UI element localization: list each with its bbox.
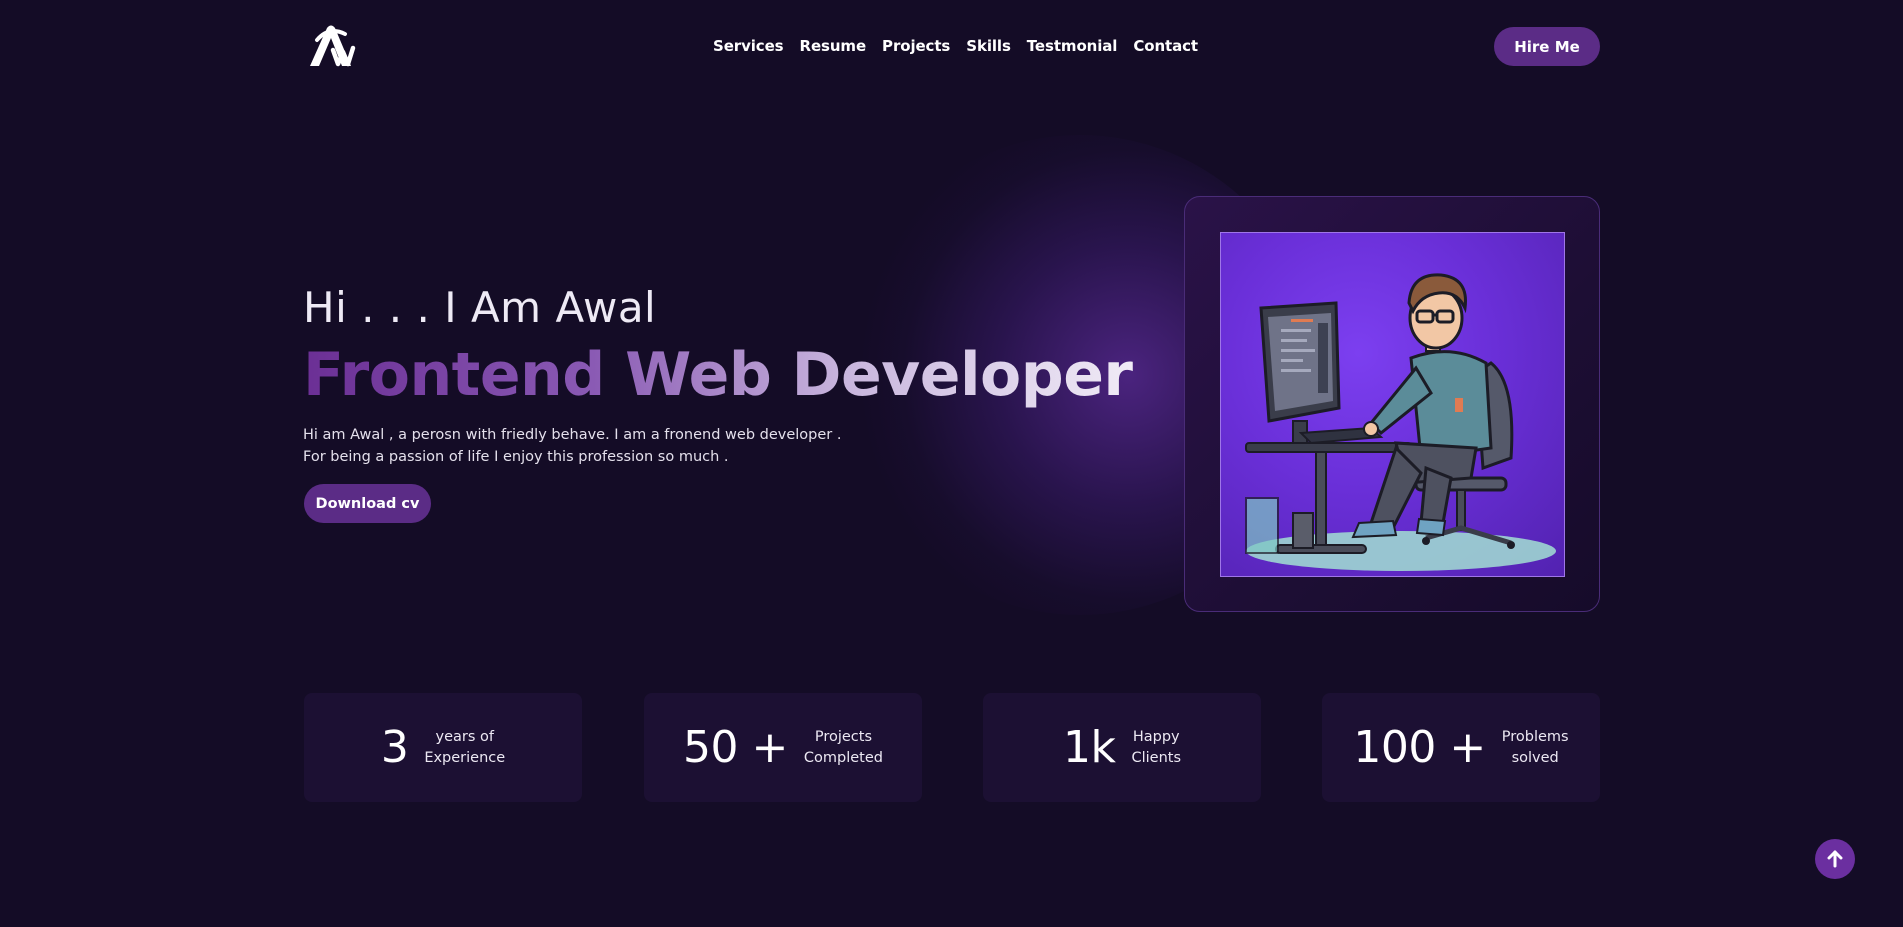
hero-role-title: Frontend Web Developer [303, 340, 1133, 410]
logo-icon[interactable] [307, 24, 363, 68]
stat-label: Happy Clients [1131, 728, 1182, 766]
stat-label: years of Experience [424, 728, 506, 766]
stat-value: 100 + [1353, 722, 1486, 773]
stat-value: 3 [380, 722, 409, 773]
hero-bio: Hi am Awal , a perosn with friedly behav… [303, 427, 842, 465]
stat-card-problems: 100 + Problems solved [1322, 693, 1600, 802]
nav-link-projects[interactable]: Projects [882, 37, 950, 55]
hire-me-button[interactable]: Hire Me [1494, 27, 1600, 66]
nav-link-resume[interactable]: Resume [800, 37, 867, 55]
main-nav: Services Resume Projects Skills Testmoni… [713, 34, 1198, 58]
hero-greeting: Hi . . . I Am Awal [303, 283, 657, 332]
nav-link-testimonial[interactable]: Testmonial [1027, 37, 1118, 55]
stat-label: Problems solved [1501, 728, 1569, 766]
stat-card-projects: 50 + Projects Completed [644, 693, 922, 802]
nav-link-skills[interactable]: Skills [966, 37, 1011, 55]
site-header: Services Resume Projects Skills Testmoni… [0, 0, 1903, 92]
developer-illustration [1220, 232, 1565, 577]
download-cv-button[interactable]: Download cv [304, 484, 431, 523]
developer-illustration-art [1245, 273, 1556, 571]
arrow-up-icon [1827, 850, 1843, 868]
stat-card-clients: 1k Happy Clients [983, 693, 1261, 802]
nav-link-contact[interactable]: Contact [1133, 37, 1198, 55]
stat-value: 50 + [683, 722, 788, 773]
nav-link-services[interactable]: Services [713, 37, 784, 55]
stat-value: 1k [1062, 722, 1116, 773]
stat-label: Projects Completed [803, 728, 883, 766]
scroll-to-top-button[interactable] [1815, 839, 1855, 879]
stat-card-experience: 3 years of Experience [304, 693, 582, 802]
